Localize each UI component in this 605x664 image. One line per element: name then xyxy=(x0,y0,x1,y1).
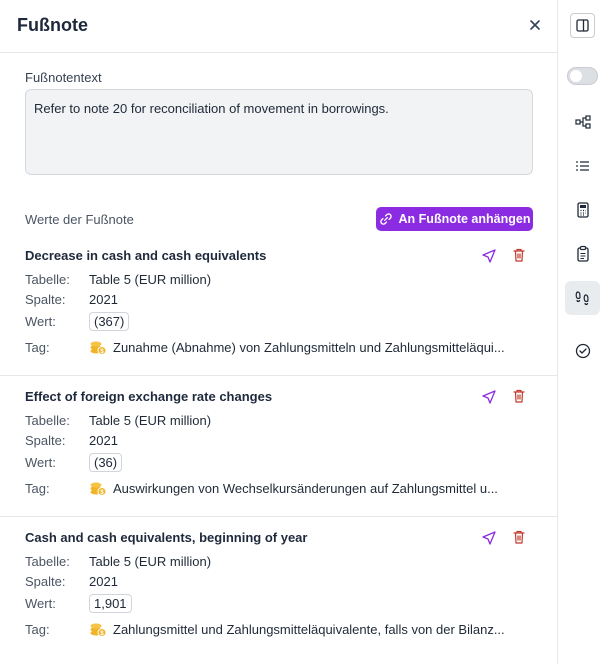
footnote-value-entry: Cash and cash equivalents, beginning of … xyxy=(0,530,557,658)
table-value: Table 5 (EUR million) xyxy=(89,554,212,569)
footnote-text-field[interactable]: Refer to note 20 for reconciliation of m… xyxy=(25,89,533,175)
column-label: Spalte: xyxy=(25,433,66,448)
list-icon[interactable] xyxy=(574,157,592,175)
coins-icon: $ xyxy=(90,623,107,637)
entry-value-row: Wert: (36) xyxy=(25,453,123,472)
footnote-text-label: Fußnotentext xyxy=(25,70,102,85)
entry-value-row: Wert: 1,901 xyxy=(25,594,132,613)
footnote-value-entry: Effect of foreign exchange rate changes … xyxy=(0,389,557,517)
trash-icon[interactable] xyxy=(511,247,527,263)
column-value: 2021 xyxy=(89,574,118,589)
value-label: Wert: xyxy=(25,455,56,470)
value-chip[interactable]: (367) xyxy=(89,312,130,331)
coins-icon: $ xyxy=(90,341,107,355)
panel-layout-button[interactable] xyxy=(570,13,595,38)
locate-cursor-icon[interactable] xyxy=(481,530,497,546)
table-value: Table 5 (EUR million) xyxy=(89,272,212,287)
entry-column-row: Spalte: 2021 xyxy=(25,574,118,589)
tag-label: Tag: xyxy=(25,622,50,637)
trash-icon[interactable] xyxy=(511,529,527,545)
toggle-switch[interactable] xyxy=(567,67,598,85)
footnote-panel: Fußnote Fußnotentext Refer to note 20 fo… xyxy=(0,0,558,664)
entry-tag-row: Tag: xyxy=(25,340,89,355)
entry-title: Effect of foreign exchange rate changes xyxy=(25,389,273,404)
footnote-value-entry: Decrease in cash and cash equivalents Ta… xyxy=(0,248,557,376)
footnote-values-label: Werte der Fußnote xyxy=(25,212,134,227)
clipboard-icon[interactable] xyxy=(574,245,592,263)
footnote-icon[interactable] xyxy=(574,289,592,307)
value-chip[interactable]: (36) xyxy=(89,453,123,472)
entry-title: Decrease in cash and cash equivalents xyxy=(25,248,267,263)
calculator-icon[interactable] xyxy=(574,201,592,219)
hierarchy-icon[interactable] xyxy=(574,113,592,131)
table-label: Tabelle: xyxy=(25,554,70,569)
attach-to-footnote-button[interactable]: An Fußnote anhängen xyxy=(376,207,533,231)
tag-label: Tag: xyxy=(25,481,50,496)
locate-cursor-icon[interactable] xyxy=(481,389,497,405)
value-label: Wert: xyxy=(25,596,56,611)
tag-value[interactable]: Auswirkungen von Wechselkursänderungen a… xyxy=(113,481,533,496)
trash-icon[interactable] xyxy=(511,388,527,404)
column-label: Spalte: xyxy=(25,574,66,589)
table-label: Tabelle: xyxy=(25,272,70,287)
locate-cursor-icon[interactable] xyxy=(481,248,497,264)
entry-column-row: Spalte: 2021 xyxy=(25,292,118,307)
entry-column-row: Spalte: 2021 xyxy=(25,433,118,448)
panel-title: Fußnote xyxy=(17,15,88,35)
column-value: 2021 xyxy=(89,292,118,307)
attach-button-label: An Fußnote anhängen xyxy=(398,212,531,226)
value-chip[interactable]: 1,901 xyxy=(89,594,132,613)
link-icon xyxy=(379,213,392,225)
panel-layout-icon xyxy=(576,19,589,32)
column-value: 2021 xyxy=(89,433,118,448)
entry-value-row: Wert: (367) xyxy=(25,312,130,331)
value-label: Wert: xyxy=(25,314,56,329)
table-label: Tabelle: xyxy=(25,413,70,428)
entry-table-row: Tabelle: Table 5 (EUR million) xyxy=(25,413,211,428)
entry-table-row: Tabelle: Table 5 (EUR million) xyxy=(25,272,211,287)
entry-table-row: Tabelle: Table 5 (EUR million) xyxy=(25,554,211,569)
column-label: Spalte: xyxy=(25,292,66,307)
entry-title: Cash and cash equivalents, beginning of … xyxy=(25,530,308,545)
tag-value[interactable]: Zahlungsmittel und Zahlungsmitteläquival… xyxy=(113,622,533,637)
tag-value[interactable]: Zunahme (Abnahme) von Zahlungsmitteln un… xyxy=(113,340,533,355)
panel-header: Fußnote xyxy=(0,0,557,53)
tag-label: Tag: xyxy=(25,340,50,355)
entry-tag-row: Tag: xyxy=(25,622,89,637)
table-value: Table 5 (EUR million) xyxy=(89,413,212,428)
entry-tag-row: Tag: xyxy=(25,481,89,496)
coins-icon: $ xyxy=(90,482,107,496)
right-toolbar xyxy=(558,0,605,664)
check-circle-icon[interactable] xyxy=(574,342,592,360)
close-icon[interactable] xyxy=(526,16,544,34)
